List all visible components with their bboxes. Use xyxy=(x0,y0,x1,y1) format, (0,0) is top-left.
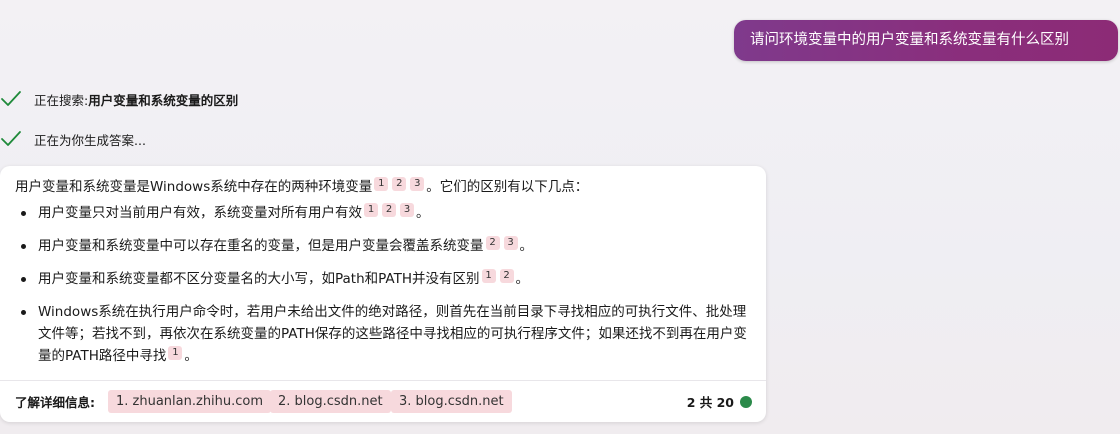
answer-bullet: 用户变量和系统变量都不区分变量名的大小写，如Path和PATH并没有区别 1 2。 xyxy=(0,268,766,290)
user-message-bubble: 请问环境变量中的用户变量和系统变量有什么区别 xyxy=(734,20,1118,61)
answer-bullet: Windows系统在执行用户命令时，若用户未给出文件的绝对路径，则首先在当前目录… xyxy=(0,301,766,367)
citation-badge[interactable]: 2 xyxy=(499,269,514,283)
answer-bullet-list: 用户变量只对当前用户有效，系统变量对所有用户有效 1 2 3。 用户变量和系统变量中可… xyxy=(0,202,766,378)
status-generating: 正在为你生成答案... xyxy=(0,128,146,150)
bullet-text: 用户变量和系统变量中可以存在重名的变量，但是用户变量会覆盖系统变量 xyxy=(38,238,484,254)
status-generating-text: 正在为你生成答案... xyxy=(34,132,146,148)
bullet-tail: 。 xyxy=(416,205,430,221)
source-link[interactable]: 1. zhuanlan.zhihu.com xyxy=(108,390,272,413)
bullet-text: Windows系统在执行用户命令时，若用户未给出文件的绝对路径，则首先在当前目录… xyxy=(38,304,747,364)
answer-lead-text: 用户变量和系统变量是Windows系统中存在的两种环境变量 xyxy=(15,179,373,195)
bullet-text: 用户变量和系统变量都不区分变量名的大小写，如Path和PATH并没有区别 xyxy=(38,271,480,287)
citation-badge[interactable]: 2 xyxy=(485,236,500,250)
status-searching-prefix: 正在搜索: xyxy=(34,92,89,108)
bullet-tail: 。 xyxy=(515,271,530,287)
bullet-text: 用户变量只对当前用户有效，系统变量对所有用户有效 xyxy=(38,205,362,221)
answer-card: 用户变量和系统变量是Windows系统中存在的两种环境变量 1 2 3 。它们的区别有以… xyxy=(0,166,766,422)
bullet-tail: 。 xyxy=(519,238,534,254)
answer-lead: 用户变量和系统变量是Windows系统中存在的两种环境变量 1 2 3 。它们的区别有以… xyxy=(15,176,588,198)
status-searching-query: 用户变量和系统变量的区别 xyxy=(88,92,239,108)
citation-badge[interactable]: 2 xyxy=(392,177,407,191)
citation-badge[interactable]: 2 xyxy=(382,203,396,217)
checkmark-icon xyxy=(1,91,21,106)
bullet-tail: 。 xyxy=(184,348,198,364)
citation-badge[interactable]: 1 xyxy=(364,203,378,217)
citation-badge[interactable]: 1 xyxy=(374,177,389,191)
source-link[interactable]: 2. blog.csdn.net xyxy=(270,390,391,413)
answer-bullet: 用户变量和系统变量中可以存在重名的变量，但是用户变量会覆盖系统变量 2 3。 xyxy=(0,235,766,257)
citation-badge[interactable]: 3 xyxy=(410,177,425,191)
status-dot-icon xyxy=(740,396,752,408)
status-searching: 正在搜索: 用户变量和系统变量的区别 xyxy=(0,88,238,110)
response-counter: 2 共 20 xyxy=(686,395,734,410)
citation-badge[interactable]: 3 xyxy=(400,203,414,217)
card-divider xyxy=(0,380,766,381)
answer-bullet: 用户变量只对当前用户有效，系统变量对所有用户有效 1 2 3。 xyxy=(0,202,766,224)
citation-badge[interactable]: 3 xyxy=(503,236,518,250)
source-link[interactable]: 3. blog.csdn.net xyxy=(391,390,512,413)
citation-badge[interactable]: 1 xyxy=(168,346,183,360)
answer-lead-tail: 。它们的区别有以下几点： xyxy=(426,179,589,195)
citation-badge[interactable]: 1 xyxy=(481,269,496,283)
checkmark-icon xyxy=(1,131,21,146)
learn-more-label: 了解详细信息: xyxy=(15,395,95,410)
